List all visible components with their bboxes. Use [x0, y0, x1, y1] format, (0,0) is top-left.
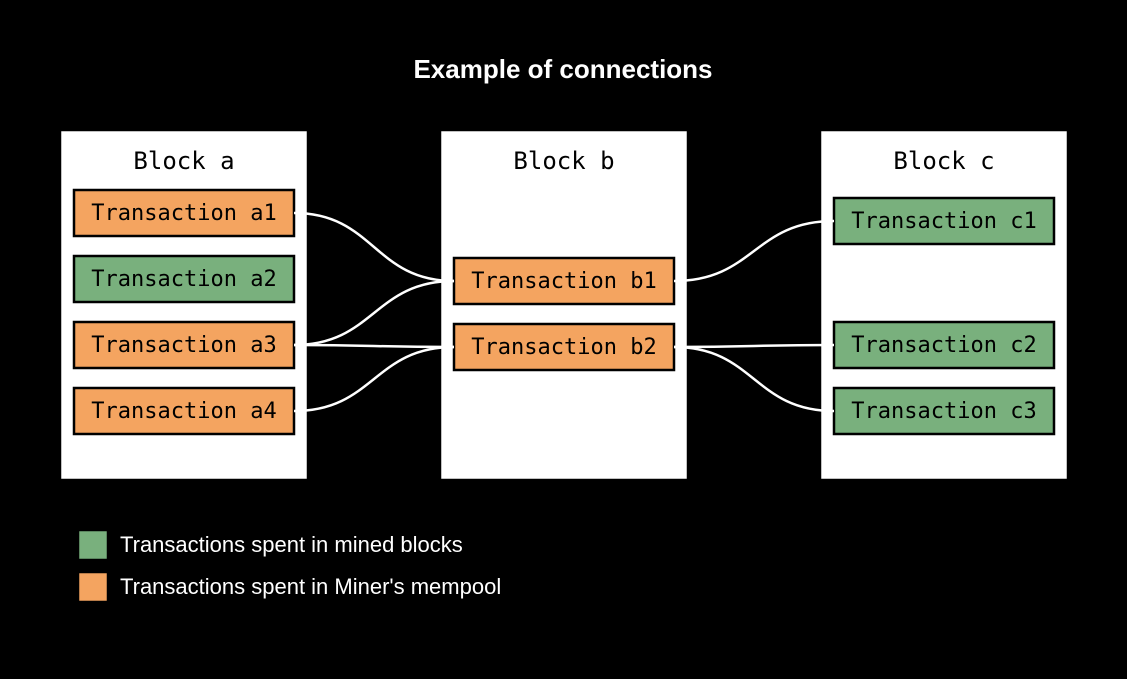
diagram-title: Example of connections — [413, 54, 712, 84]
tx-a3: Transaction a3 — [74, 322, 294, 368]
edge-b2-c2 — [674, 345, 834, 347]
tx-a4-label: Transaction a4 — [91, 399, 276, 424]
edge-a4-b2 — [294, 347, 454, 411]
tx-a2-label: Transaction a2 — [91, 267, 276, 292]
tx-b1: Transaction b1 — [454, 258, 674, 304]
tx-c1-label: Transaction c1 — [851, 209, 1036, 234]
tx-c2: Transaction c2 — [834, 322, 1054, 368]
tx-c3: Transaction c3 — [834, 388, 1054, 434]
diagram-canvas: Example of connections Block a Transacti… — [0, 0, 1127, 679]
tx-c1: Transaction c1 — [834, 198, 1054, 244]
edge-a3-b1 — [294, 281, 454, 345]
block-b: Block b Transaction b1 Transaction b2 — [440, 130, 688, 480]
block-a: Block a Transaction a1 Transaction a2 Tr… — [60, 130, 308, 480]
edge-b1-c1 — [674, 221, 834, 281]
block-b-label: Block b — [513, 147, 614, 175]
tx-c3-label: Transaction c3 — [851, 399, 1036, 424]
legend: Transactions spent in mined blocks Trans… — [78, 530, 501, 602]
edge-a1-b1 — [294, 213, 454, 281]
tx-b1-label: Transaction b1 — [471, 269, 656, 294]
tx-a3-label: Transaction a3 — [91, 333, 276, 358]
tx-b2: Transaction b2 — [454, 324, 674, 370]
edge-b2-c3 — [674, 347, 834, 411]
tx-b2-label: Transaction b2 — [471, 335, 656, 360]
tx-a2: Transaction a2 — [74, 256, 294, 302]
tx-c2-label: Transaction c2 — [851, 333, 1036, 358]
block-c-label: Block c — [893, 147, 994, 175]
tx-a1: Transaction a1 — [74, 190, 294, 236]
legend-orange-swatch — [78, 572, 108, 602]
legend-green-label: Transactions spent in mined blocks — [120, 532, 463, 557]
legend-orange-label: Transactions spent in Miner's mempool — [120, 574, 501, 599]
block-c: Block c Transaction c1 Transaction c2 Tr… — [820, 130, 1068, 480]
tx-a1-label: Transaction a1 — [91, 201, 276, 226]
block-a-label: Block a — [133, 147, 234, 175]
legend-green-swatch — [78, 530, 108, 560]
tx-a4: Transaction a4 — [74, 388, 294, 434]
edge-a3-b2 — [294, 345, 454, 347]
